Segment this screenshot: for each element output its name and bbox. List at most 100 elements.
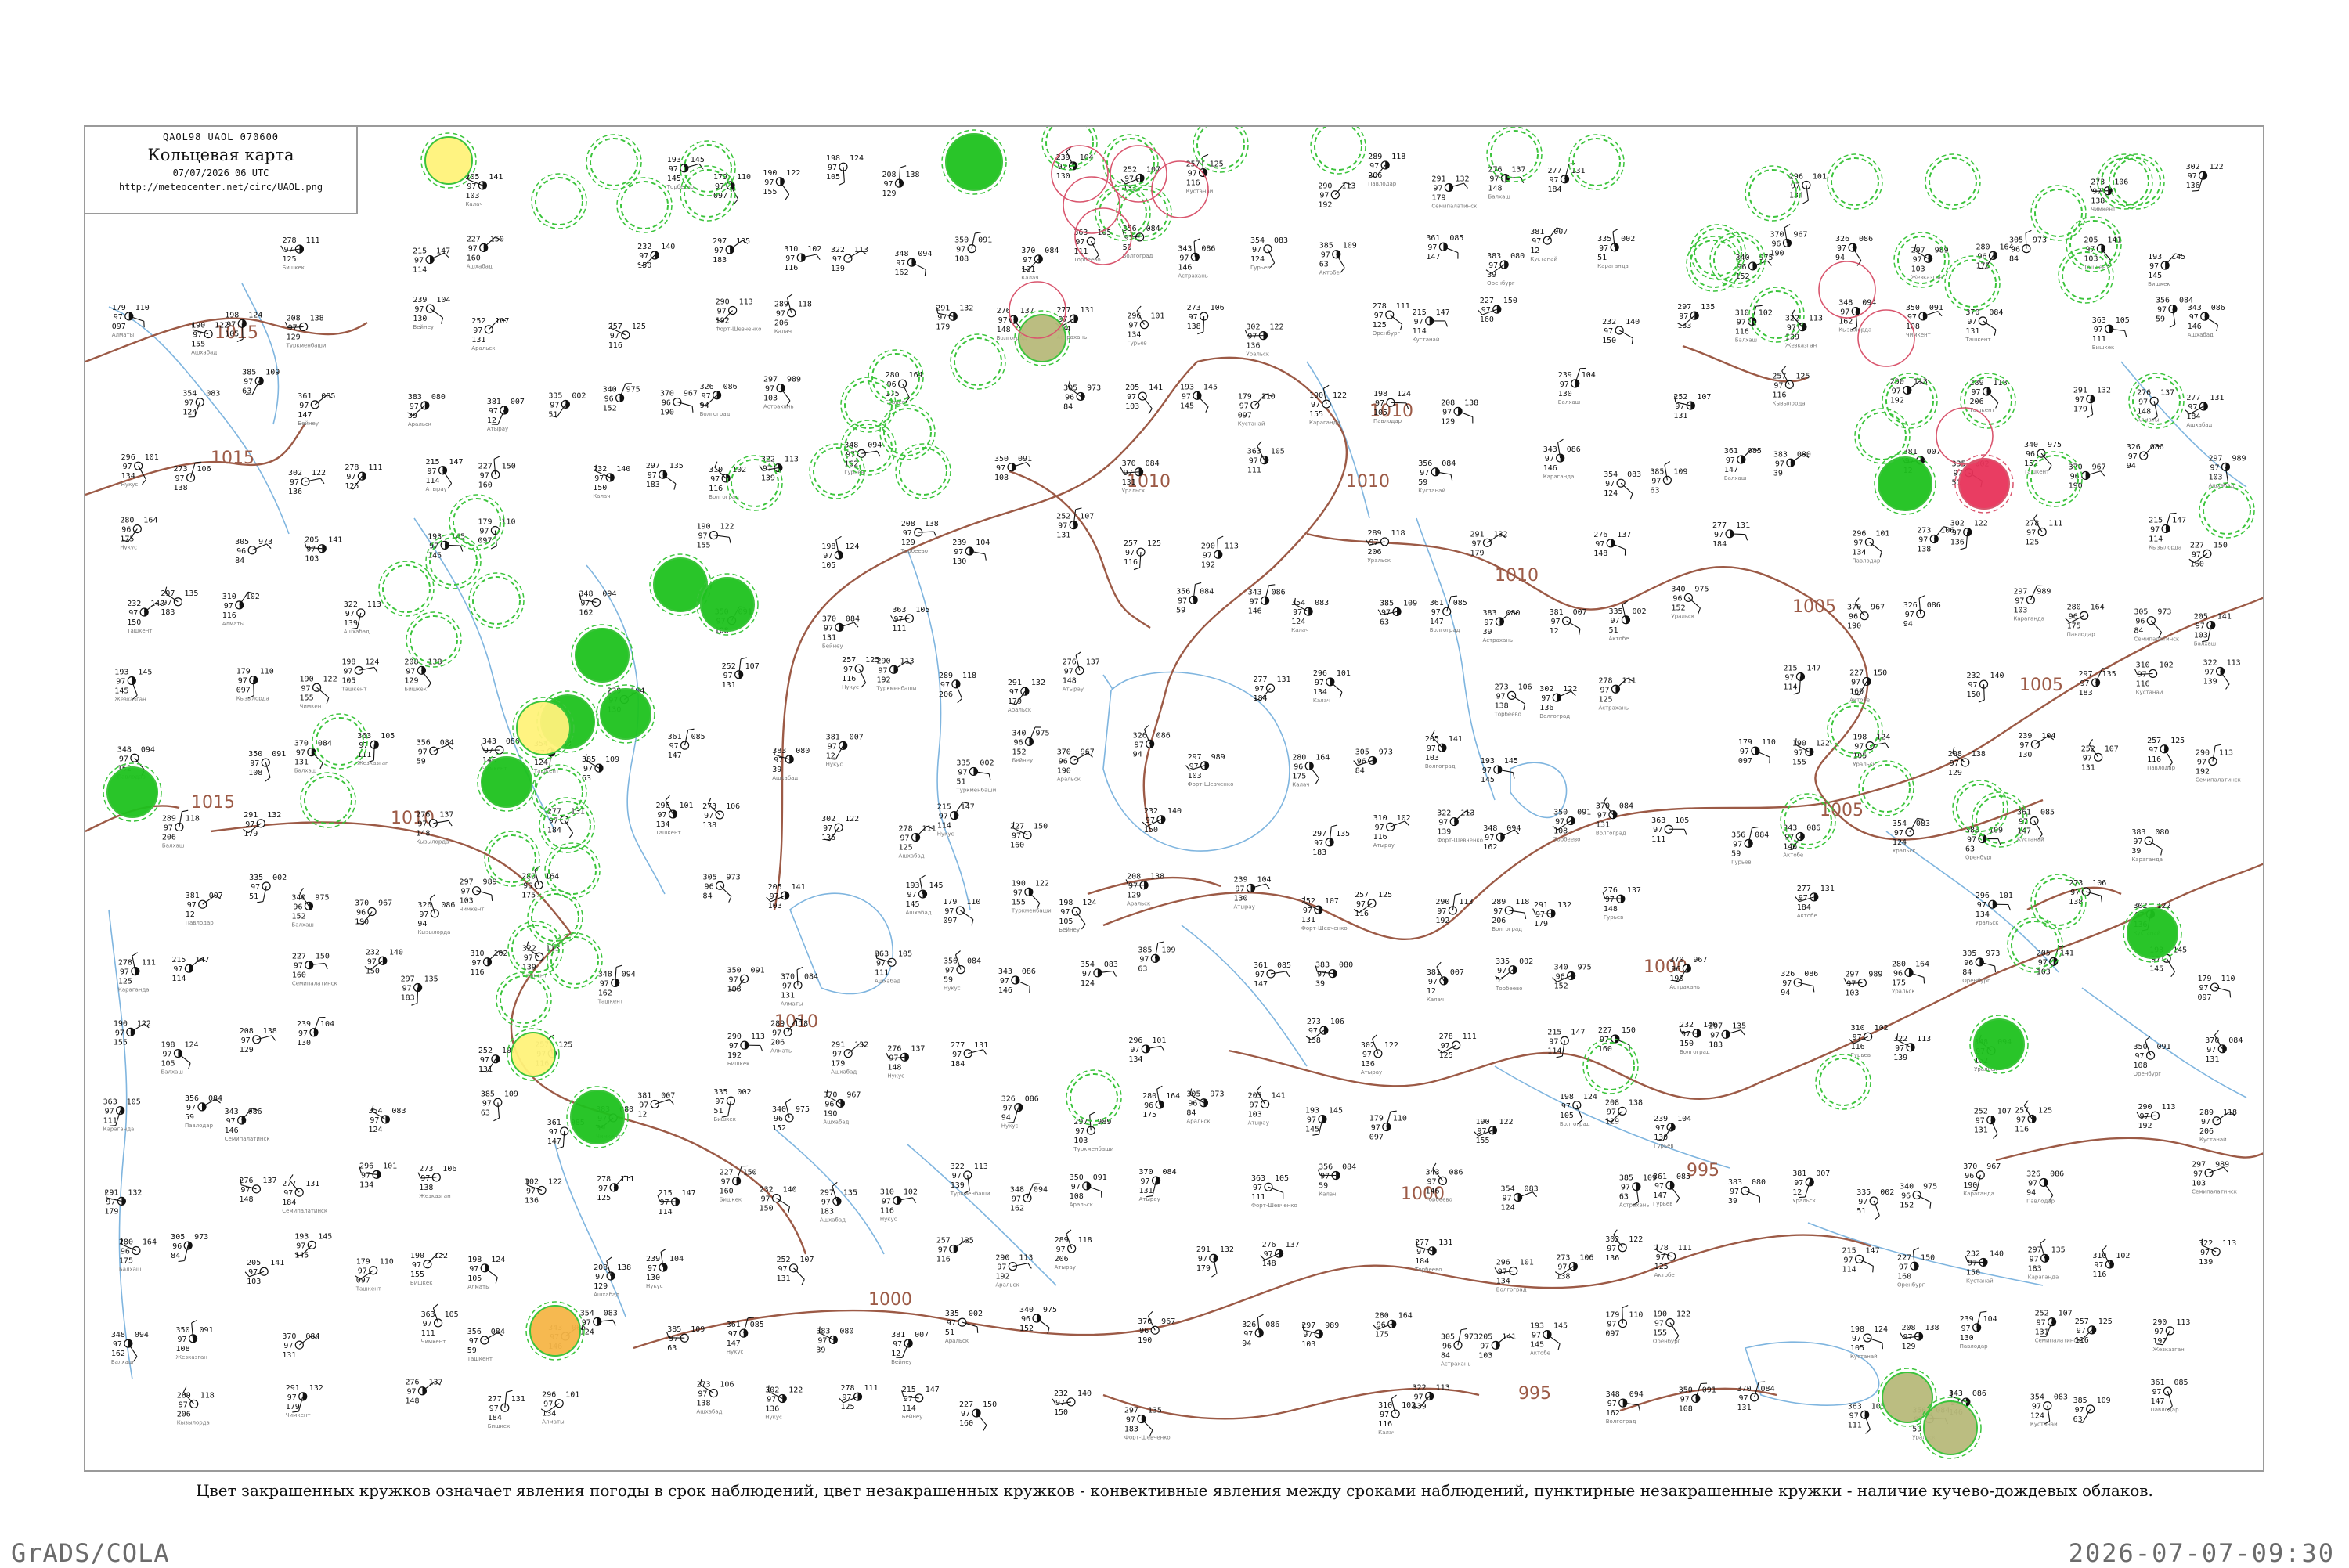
cb-cloud-dashed-circle (2031, 186, 2086, 240)
station-name: Алматы (781, 1001, 803, 1007)
station-weather-code: 97 (1851, 678, 1860, 687)
station-pressure: 138 (617, 1263, 631, 1272)
station-plot: 27713197184Бишкек (488, 1390, 525, 1429)
station-value: 51 (945, 1328, 954, 1337)
station-temp: 280 (1292, 753, 1306, 762)
station-temp: 239 (413, 296, 427, 305)
station-weather-code: 97 (489, 407, 498, 416)
station-temp: 276 (2137, 388, 2151, 397)
station-plot: 27310697138Торбеево (1494, 683, 1532, 717)
station-value: 129 (240, 1046, 254, 1054)
station-value: 63 (1619, 1193, 1629, 1202)
station-plot: 25712597116 (2015, 1101, 2052, 1134)
header-url[interactable]: http://meteocenter.net/circ/UAOL.png (85, 182, 356, 193)
station-pressure: 122 (2210, 163, 2224, 171)
station-plot: 29113297179Ашхабад (831, 1041, 868, 1076)
station-weather-code: 97 (461, 888, 471, 896)
station-weather-code: 97 (598, 1184, 608, 1193)
station-temp: 227 (959, 1400, 973, 1409)
station-pressure: 132 (854, 1041, 868, 1050)
station-name: Караганда (103, 1126, 135, 1133)
station-value: 192 (1318, 201, 1332, 210)
station-value: 147 (1430, 618, 1444, 626)
station-temp: 322 (1437, 809, 1451, 818)
wind-barb-feather (925, 269, 926, 276)
station-plot: 34308697146Семипалатинск (225, 1108, 270, 1142)
station-weather-code: 97 (2196, 622, 2205, 631)
station-name: Торбеево (1494, 711, 1521, 717)
wind-barb-feather (1257, 1086, 1261, 1090)
station-value: 097 (1369, 1133, 1384, 1141)
wind-barb-feather (1391, 1111, 1397, 1112)
wind-barb-feather (1148, 1311, 1152, 1316)
station-pressure: 113 (2219, 749, 2233, 758)
station-name: Оренбург (2134, 1071, 2162, 1077)
station-pressure: 125 (558, 1041, 572, 1050)
station-value: 179 (831, 1060, 845, 1069)
station-plot: 25210797131 (2081, 739, 2119, 772)
station-weather-code: 97 (1737, 319, 1746, 327)
station-name: Нукус (765, 1415, 782, 1421)
station-temp: 193 (1530, 1322, 1544, 1331)
station-temp: 290 (1435, 898, 1449, 907)
wind-barb-feather (179, 1261, 185, 1262)
station-temp: 232 (1966, 1249, 1980, 1258)
station-value: 103 (2013, 606, 2027, 615)
station-value: 129 (404, 676, 418, 685)
station-pressure: 140 (1990, 1249, 2004, 1258)
station-name: Торбеево (900, 548, 928, 554)
station-name: Оренбург (1373, 330, 1401, 337)
station-weather-code: 97 (114, 313, 123, 322)
station-pressure: 118 (186, 814, 200, 823)
station-pressure: 132 (267, 811, 281, 820)
station-name: Чимкент (2091, 207, 2116, 213)
station-temp: 277 (1797, 885, 1811, 893)
station-name: Семипалатинск (1431, 203, 1477, 209)
station-plot: 20514197103Калач (465, 173, 503, 207)
weather-filled-circle (1955, 455, 2013, 513)
station-temp: 310 (470, 950, 484, 958)
station-temp: 273 (419, 1165, 433, 1173)
station-value: 179 (936, 323, 950, 331)
station-name: Туркменбаши (1073, 1146, 1113, 1152)
station-pressure: 967 (1161, 1317, 1175, 1326)
station-weather-code: 97 (903, 529, 912, 538)
station-name: Калач (1292, 781, 1309, 788)
station-pressure: 124 (365, 658, 379, 666)
station-weather-code: 97 (1739, 1394, 1748, 1403)
wind-barb-feather (1919, 596, 1925, 599)
wind-barb-feather (1082, 924, 1085, 929)
station-name: Торбеево (1414, 1267, 1442, 1273)
station-plot: 3810079712 (637, 1092, 675, 1119)
station-plot: 27811197125 (1438, 1033, 1477, 1060)
station-plot: 34308697146Торбеево (1424, 1163, 1463, 1203)
station-weather-code: 97 (660, 1199, 669, 1207)
station-pressure: 110 (1629, 1311, 1643, 1320)
station-temp: 370 (1770, 230, 1784, 239)
station-name: Ташкент (655, 830, 680, 836)
station-plot: 37096796190Караганда (1963, 1162, 2001, 1197)
station-weather-code: 97 (1551, 618, 1561, 626)
station-name: Павлодар (2026, 1198, 2055, 1204)
station-pressure: 141 (1272, 1091, 1286, 1100)
station-pressure: 147 (926, 1386, 940, 1394)
station-name: Павлодар (1852, 557, 1881, 564)
station-value: 150 (1054, 1408, 1068, 1417)
station-temp: 361 (668, 733, 682, 741)
wind-barb-feather (1455, 893, 1461, 895)
station-weather-code: 97 (657, 811, 666, 820)
station-pressure: 110 (2221, 975, 2235, 983)
station-plot: 3350029751 (1856, 1188, 1894, 1220)
station-value: 139 (951, 1181, 965, 1190)
station-plot: 28016496175Калач (1292, 753, 1330, 788)
station-name: Ашхабад (696, 1409, 722, 1415)
station-plot: 23910497130 (952, 539, 990, 566)
wind-barb (485, 1268, 497, 1278)
station-value: 155 (1475, 1137, 1489, 1145)
station-weather-code: 97 (1003, 1105, 1012, 1113)
station-temp: 302 (1361, 1041, 1375, 1050)
wind-barb-feather (1745, 535, 1748, 541)
station-pressure: 975 (1035, 729, 1049, 737)
station-temp: 363 (2092, 316, 2106, 325)
station-plot: 23214097150 (1967, 672, 2004, 702)
